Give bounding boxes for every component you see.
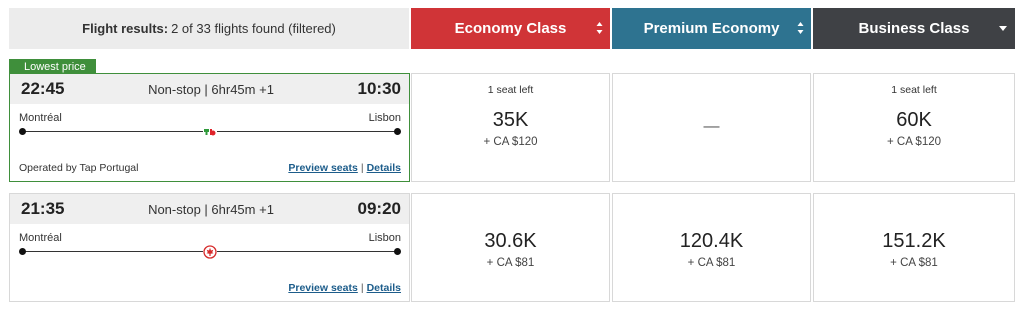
route-line: Montréal Lisbon: [19, 112, 401, 142]
preview-seats-link[interactable]: Preview seats: [288, 282, 357, 294]
fare-economy[interactable]: 1 seat left 35K + CA $120: [411, 73, 610, 182]
fare-cash: + CA $81: [890, 257, 938, 269]
destination-city: Lisbon: [368, 232, 401, 244]
fare-unavailable: —: [703, 118, 720, 135]
fare-business[interactable]: 1 seat left 60K + CA $120: [813, 73, 1015, 182]
origin-city: Montréal: [19, 112, 62, 124]
fare-premium[interactable]: 120.4K + CA $81: [612, 193, 811, 302]
fare-cash: + CA $81: [486, 257, 535, 269]
flight-summary: Non-stop | 6hr45m +1: [148, 201, 274, 217]
tab-premium-economy[interactable]: Premium Economy: [612, 8, 811, 49]
sort-icon[interactable]: [596, 21, 603, 35]
flight-time-bar: 22:45 Non-stop | 6hr45m +1 10:30: [10, 74, 409, 104]
origin-city: Montréal: [19, 232, 62, 244]
fare-points: 35K: [492, 109, 529, 131]
arrival-time: 10:30: [357, 79, 401, 98]
route-line: Montréal Lisbon: [19, 232, 401, 262]
fare-points: 151.2K: [882, 230, 946, 252]
results-summary: Flight results: 2 of 33 flights found (f…: [9, 8, 409, 49]
results-summary-text: 2 of 33 flights found (filtered): [171, 21, 336, 36]
flight-summary: Non-stop | 6hr45m +1: [148, 81, 274, 97]
air-canada-logo: [203, 245, 217, 259]
fare-points: 30.6K: [484, 230, 537, 252]
flight-card: 21:35 Non-stop | 6hr45m +1 09:20 Montréa…: [9, 193, 1015, 302]
tab-premium-label: Premium Economy: [643, 20, 780, 37]
fare-business[interactable]: 151.2K + CA $81: [813, 193, 1015, 302]
departure-time: 21:35: [21, 199, 65, 218]
fare-economy[interactable]: 30.6K + CA $81: [411, 193, 610, 302]
destination-dot: [394, 248, 401, 255]
fare-premium: —: [612, 73, 811, 182]
tab-business-label: Business Class: [858, 20, 970, 37]
tap-portugal-logo: [203, 125, 217, 139]
fare-points: 120.4K: [679, 230, 744, 252]
tab-economy-label: Economy Class: [454, 20, 567, 37]
destination-city: Lisbon: [368, 112, 401, 124]
departure-time: 22:45: [21, 79, 65, 98]
link-separator: |: [360, 282, 364, 294]
fare-points: 60K: [896, 109, 932, 131]
link-separator: |: [360, 162, 364, 174]
seats-left: 1 seat left: [891, 84, 937, 96]
fare-cash: + CA $120: [886, 136, 942, 148]
details-link[interactable]: Details: [367, 162, 401, 174]
operated-by: Operated by Tap Portugal: [19, 162, 139, 174]
arrival-time: 09:20: [357, 199, 401, 218]
tab-business-class[interactable]: Business Class: [813, 8, 1015, 49]
sort-icon[interactable]: [797, 21, 804, 35]
results-summary-label: Flight results:: [82, 21, 169, 36]
preview-seats-link[interactable]: Preview seats: [288, 162, 357, 174]
flight-time-bar: 21:35 Non-stop | 6hr45m +1 09:20: [10, 194, 409, 224]
flight-info: 22:45 Non-stop | 6hr45m +1 10:30 Montréa…: [9, 73, 410, 182]
results-header: Flight results: 2 of 33 flights found (f…: [9, 8, 1015, 49]
tab-economy-class[interactable]: Economy Class: [411, 8, 610, 49]
origin-dot: [19, 128, 26, 135]
seats-left: 1 seat left: [487, 84, 534, 96]
details-link[interactable]: Details: [367, 282, 401, 294]
lowest-price-badge: Lowest price: [9, 59, 96, 74]
flight-links: Preview seats | Details: [288, 282, 401, 294]
caret-down-icon[interactable]: [999, 26, 1007, 31]
flight-card: 22:45 Non-stop | 6hr45m +1 10:30 Montréa…: [9, 73, 1015, 182]
fare-cash: + CA $120: [483, 136, 538, 148]
flight-info: 21:35 Non-stop | 6hr45m +1 09:20 Montréa…: [9, 193, 410, 302]
fare-cash: + CA $81: [687, 257, 736, 269]
flight-links: Preview seats | Details: [288, 162, 401, 174]
origin-dot: [19, 248, 26, 255]
destination-dot: [394, 128, 401, 135]
